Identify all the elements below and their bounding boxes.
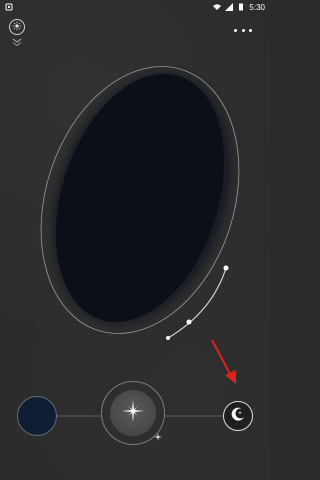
chevron-down-icon[interactable]: [11, 37, 23, 47]
more-dot-icon: [241, 28, 245, 32]
star-button[interactable]: [110, 390, 156, 436]
sun-settings-button[interactable]: [9, 19, 25, 35]
sun-settings-icon: [12, 18, 22, 36]
moon-star-icon: [229, 405, 247, 428]
annotation-arrow: [211, 339, 236, 384]
more-dot-icon: [234, 28, 237, 32]
color-swatch-button[interactable]: [17, 396, 57, 436]
arc-handle-top[interactable]: [223, 265, 229, 271]
star-icon: [121, 399, 145, 428]
moon-mode-button[interactable]: [223, 401, 253, 431]
more-dot-icon: [249, 28, 252, 32]
arc-handle-middle[interactable]: [186, 319, 192, 325]
more-menu-button[interactable]: [234, 27, 252, 33]
arc-handle-bottom[interactable]: [166, 336, 170, 340]
sparkle-icon: [154, 433, 162, 441]
